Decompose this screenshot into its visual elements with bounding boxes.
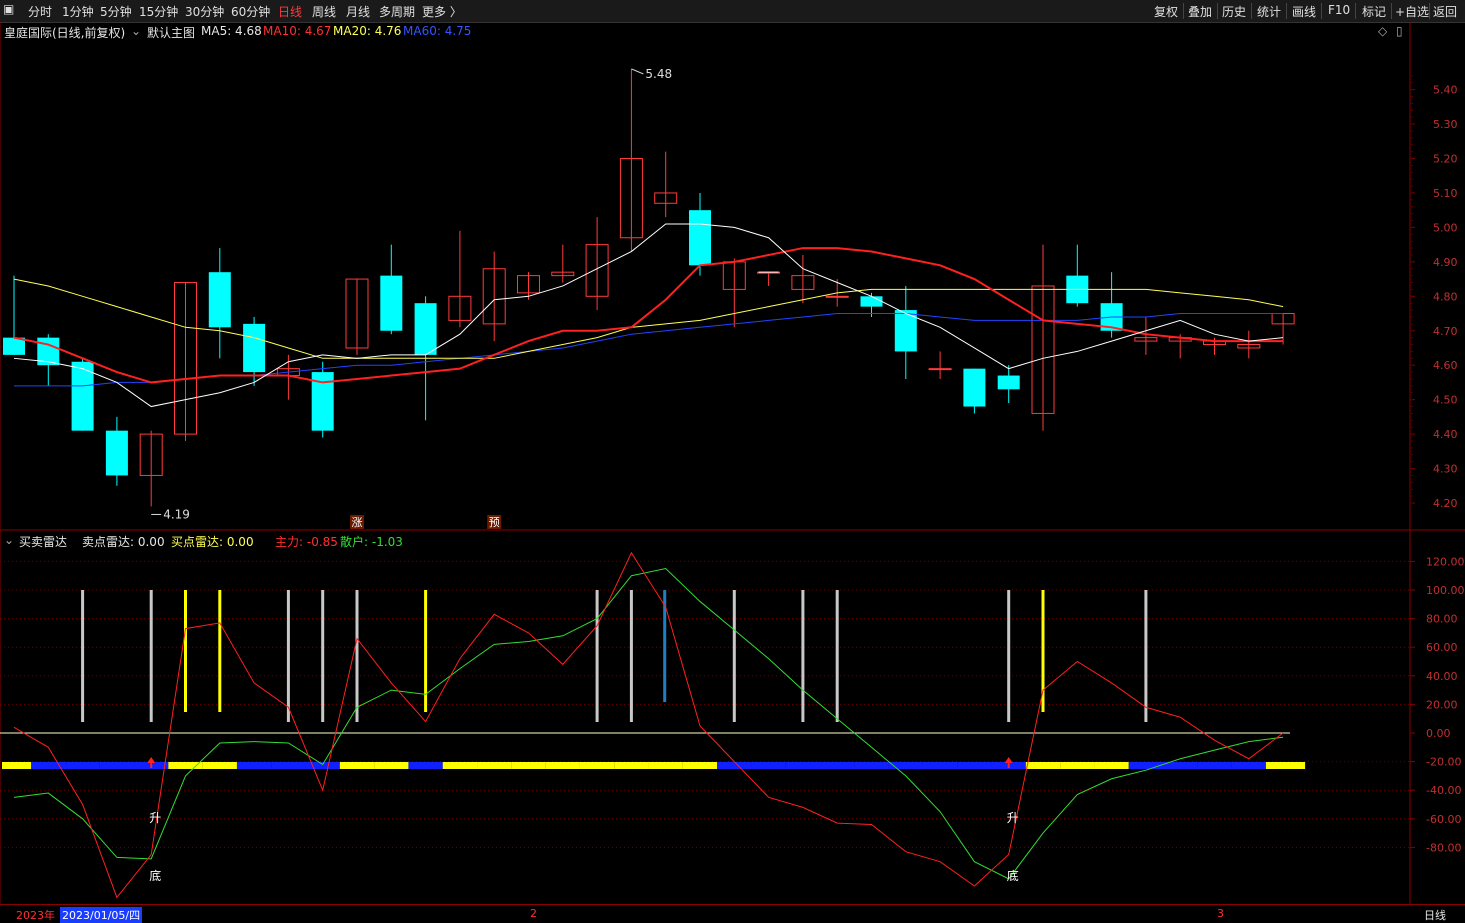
candle-body-down	[997, 375, 1020, 390]
candle-body-down	[963, 368, 986, 407]
indicator-tick-label: 60.00	[1426, 641, 1458, 654]
price-tick-label: 4.90	[1433, 256, 1458, 269]
candle-body-down	[208, 272, 231, 328]
high-price-label: 5.48	[645, 67, 672, 81]
signal-strip-segment	[682, 762, 718, 769]
price-tick-label: 4.50	[1433, 394, 1458, 407]
signal-strip-segment	[820, 762, 855, 769]
candle-body-down	[243, 323, 266, 373]
signal-strip-segment	[1265, 762, 1306, 769]
signal-text-mark: 升	[1007, 811, 1019, 825]
indicator-tick-label: -80.00	[1426, 841, 1461, 854]
month-label: 2	[530, 907, 537, 920]
signal-strip-segment	[785, 762, 821, 769]
ma5-line	[13, 223, 1284, 408]
signal-strip-segment	[579, 762, 615, 769]
candle-body-down	[689, 210, 711, 266]
signal-strip-segment	[374, 762, 409, 769]
ma60-line	[14, 313, 1284, 387]
price-tick-label: 4.30	[1433, 463, 1458, 476]
indicator-tick-label: 120.00	[1426, 555, 1465, 568]
event-marker: 涨	[352, 516, 363, 529]
indicator-tick-label: -60.00	[1426, 813, 1461, 826]
signal-text-mark: 底	[1007, 868, 1019, 883]
candle-body-down	[414, 303, 437, 355]
signal-strip-segment	[1025, 762, 1061, 769]
signal-strip-segment	[1094, 762, 1129, 769]
kline-chart[interactable]: 5.40 5.30 5.20 5.10 5.00 4.90 4.80 4.70 4.60 4.50…	[0, 0, 1465, 904]
signal-strip-segment	[1060, 762, 1095, 769]
signal-strip-segment	[545, 762, 580, 769]
signal-strip-segment	[854, 762, 889, 769]
price-tick-label: 4.20	[1433, 497, 1458, 510]
signal-strip-segment	[477, 762, 512, 769]
signal-strip-segment	[442, 762, 478, 769]
price-tick-label: 5.40	[1433, 84, 1458, 97]
price-tick-label: 5.00	[1433, 221, 1458, 234]
high-pointer	[631, 68, 644, 75]
ma10-line	[13, 247, 1284, 384]
signal-strip-segment	[339, 762, 375, 769]
signal-strip-segment	[271, 762, 306, 769]
candle-body-down	[380, 275, 403, 331]
main-force-line	[13, 551, 1284, 899]
signal-strip-segment	[614, 762, 649, 769]
period-indicator[interactable]: 日线	[1424, 907, 1446, 923]
signal-strip-segment	[751, 762, 786, 769]
candle-body-up	[928, 368, 952, 371]
indicator-tick-label: -20.00	[1426, 756, 1461, 769]
candle-body-down	[860, 296, 883, 307]
cursor-date: 2023/01/05/四	[60, 907, 143, 923]
signal-strip-segment	[168, 762, 203, 769]
candle-body-down	[3, 337, 25, 355]
signal-strip-segment	[65, 762, 100, 769]
price-tick-label: 5.10	[1433, 187, 1458, 200]
signal-text-mark: 升	[149, 811, 161, 825]
signal-strip-segment	[202, 762, 237, 769]
year-label: 2023年	[16, 909, 55, 922]
signal-strip-segment	[922, 762, 958, 769]
indicator-tick-label: 20.00	[1426, 698, 1458, 711]
price-tick-label: 5.30	[1433, 118, 1458, 131]
indicator-tick-label: 80.00	[1426, 613, 1458, 626]
candle-body-up	[825, 295, 849, 298]
retail-line	[13, 568, 1284, 880]
signal-strip-segment	[511, 762, 546, 769]
month-label: 3	[1217, 907, 1224, 920]
signal-strip-segment	[1197, 762, 1232, 769]
signal-strip-segment	[957, 762, 992, 769]
signal-strip-segment	[1128, 762, 1164, 769]
signal-strip-segment	[648, 762, 683, 769]
price-tick-label: 5.20	[1433, 153, 1458, 166]
price-tick-label: 4.80	[1433, 290, 1458, 303]
signal-strip-segment	[408, 762, 443, 769]
signal-strip-segment	[1231, 762, 1266, 769]
signal-strip-segment	[305, 762, 340, 769]
price-tick-label: 4.70	[1433, 325, 1458, 338]
signal-strip-segment	[717, 762, 752, 769]
price-tick-label: 4.60	[1433, 359, 1458, 372]
candle-body-down	[105, 430, 128, 476]
signal-strip-segment	[236, 762, 272, 769]
signal-text-mark: 底	[149, 868, 161, 883]
indicator-tick-label: 0.00	[1426, 727, 1451, 740]
event-marker: 预	[489, 516, 500, 529]
indicator-tick-label: 100.00	[1426, 584, 1465, 597]
indicator-tick-label: -40.00	[1426, 784, 1461, 797]
low-price-label: 4.19	[163, 507, 190, 521]
indicator-tick-label: 40.00	[1426, 670, 1458, 683]
price-tick-label: 4.40	[1433, 428, 1458, 441]
signal-strip-segment	[99, 762, 135, 769]
signal-strip-segment	[2, 762, 32, 769]
date-axis: 2023年 2023/01/05/四 2 3 日线	[0, 904, 1465, 923]
